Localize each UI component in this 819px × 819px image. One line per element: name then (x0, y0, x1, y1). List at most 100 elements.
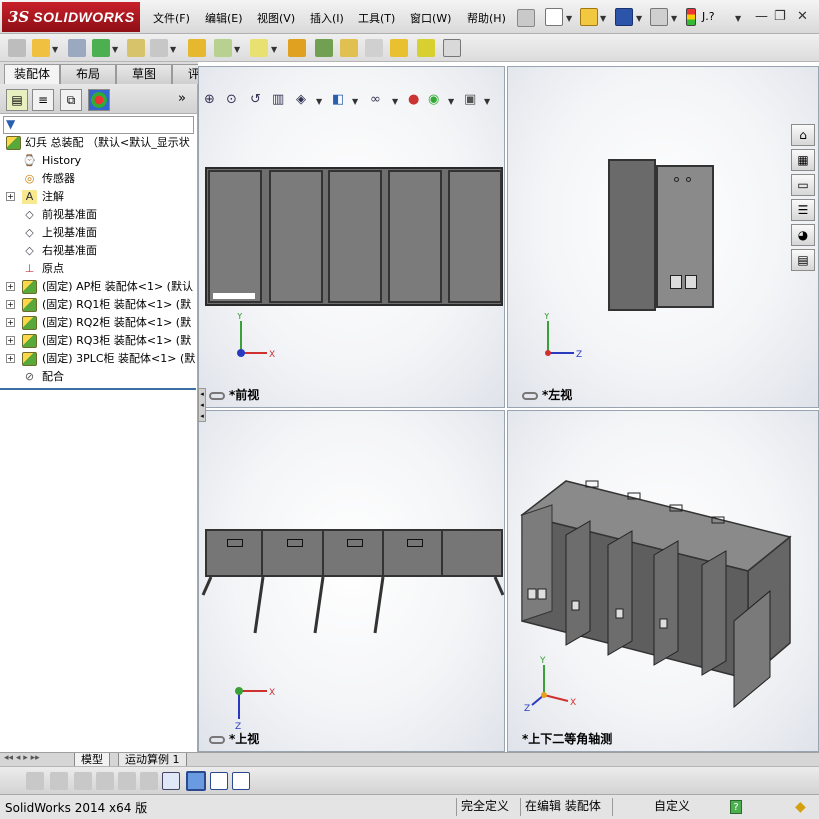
chevron-down-icon[interactable]: ▼ (448, 97, 454, 106)
tab-scroll-arrows-icon[interactable]: ◂◂ ◂ ▸ ▸▸ (4, 753, 40, 763)
solidworks-logo[interactable]: 3S SOLIDWORKS (2, 2, 140, 32)
chevron-down-icon[interactable]: ▼ (392, 97, 398, 106)
axes-icon[interactable] (162, 772, 180, 790)
chevron-down-icon[interactable]: ▼ (484, 97, 490, 106)
chevron-right-icon[interactable]: » (178, 91, 186, 106)
tree-item[interactable]: ◇ 前视基准面 (0, 206, 198, 224)
smart-fasteners-icon[interactable] (127, 39, 145, 57)
two-view-vertical-icon[interactable] (232, 772, 250, 790)
rebuild-traffic-light-icon[interactable] (686, 8, 696, 26)
list-icon[interactable] (96, 772, 114, 790)
zoom-to-fit-icon[interactable]: ⊕ (204, 92, 215, 107)
tree-item[interactable]: ⌚ History (0, 152, 198, 170)
viewport-left[interactable]: Y Z *左视 (507, 66, 819, 408)
new-motion-study-icon[interactable] (288, 39, 306, 57)
expand-icon[interactable]: + (6, 336, 15, 345)
mate-icon[interactable] (68, 39, 86, 57)
solidworks-resources-icon[interactable]: ⌂ (791, 124, 815, 146)
show-hidden-icon[interactable] (188, 39, 206, 57)
tab-motion-study-1[interactable]: 运动算例 1 (118, 753, 187, 767)
chevron-down-icon[interactable]: ▼ (112, 45, 118, 54)
view-orientation-icon[interactable]: ◈ (296, 92, 306, 107)
configuration-manager-tab-icon[interactable]: ⧉ (60, 89, 82, 111)
tab-model[interactable]: 模型 (74, 753, 110, 767)
bill-of-materials-icon[interactable] (315, 39, 333, 57)
tab-layout[interactable]: 布局 (60, 64, 116, 84)
menu-file[interactable]: 文件(F) (153, 10, 190, 26)
tree-item[interactable]: ⊥ 原点 (0, 260, 198, 278)
display-style-icon[interactable]: ◧ (332, 92, 344, 107)
layers-icon[interactable] (74, 772, 92, 790)
property-manager-tab-icon[interactable]: ≡ (32, 89, 54, 111)
tree-filter-input[interactable]: ▼ (3, 116, 194, 134)
tag-icon[interactable]: ◆ (795, 799, 806, 815)
tree-item[interactable]: + A 注解 (0, 188, 198, 206)
status-units[interactable]: 自定义 (650, 798, 694, 816)
tree-item[interactable]: + (固定) RQ2柜 装配体<1> (默 (0, 314, 198, 332)
chevron-down-icon[interactable]: ▼ (352, 97, 358, 106)
link-views-icon[interactable] (209, 735, 225, 744)
zoom-to-area-icon[interactable]: ⊙ (226, 92, 237, 107)
help-icon[interactable]: ? (730, 800, 742, 814)
menu-insert[interactable]: 插入(I) (310, 10, 344, 26)
panel-collapse-handle[interactable]: ◂ ◂ ◂ (198, 388, 206, 422)
tree-item[interactable]: ⊘ 配合 (0, 368, 198, 386)
new-document-icon[interactable] (545, 8, 563, 26)
hide-show-items-icon[interactable]: ∞ (370, 92, 381, 107)
menu-edit[interactable]: 编辑(E) (205, 10, 243, 26)
minimize-icon[interactable]: — (755, 9, 768, 24)
help-shortcut[interactable]: J.? (702, 10, 715, 23)
instant3d-icon[interactable] (390, 39, 408, 57)
menu-help[interactable]: 帮助(H) (467, 10, 506, 26)
move-component-icon[interactable] (150, 39, 168, 57)
file-explorer-icon[interactable]: ▭ (791, 174, 815, 196)
link-views-icon[interactable] (522, 391, 538, 400)
feature-tree-tab-icon[interactable]: ▤ (6, 89, 28, 111)
link-views-icon[interactable] (209, 391, 225, 400)
menu-window[interactable]: 窗口(W) (410, 10, 451, 26)
take-snapshot-icon[interactable] (443, 39, 461, 57)
tree-item[interactable]: ◇ 上视基准面 (0, 224, 198, 242)
update-speedpak-icon[interactable] (417, 39, 435, 57)
viewport-front[interactable]: Y X *前视 (198, 66, 505, 408)
chevron-down-icon[interactable]: ▼ (636, 14, 642, 23)
chevron-down-icon[interactable]: ▼ (600, 14, 606, 23)
tab-sketch[interactable]: 草图 (116, 64, 172, 84)
two-view-horizontal-icon[interactable] (210, 772, 228, 790)
linear-pattern-icon[interactable] (92, 39, 110, 57)
chevron-down-icon[interactable]: ▼ (271, 45, 277, 54)
viewport-top[interactable]: X Z *上视 (198, 410, 505, 752)
expand-icon[interactable]: + (6, 300, 15, 309)
menu-tools[interactable]: 工具(T) (358, 10, 395, 26)
view-settings-icon[interactable]: ▣ (464, 92, 476, 107)
rollback-bar[interactable] (0, 388, 196, 390)
tree-item[interactable]: + (固定) RQ1柜 装配体<1> (默 (0, 296, 198, 314)
section-view-icon[interactable]: ▥ (272, 92, 284, 107)
expand-icon[interactable]: + (6, 282, 15, 291)
edit-appearance-icon[interactable]: ● (408, 92, 419, 107)
swap-icon[interactable] (140, 772, 158, 790)
restore-icon[interactable]: ❐ (774, 9, 786, 24)
chevron-down-icon[interactable]: ▼ (170, 45, 176, 54)
display-manager-tab-icon[interactable] (88, 89, 110, 111)
single-view-icon[interactable] (186, 771, 206, 791)
chevron-down-icon[interactable]: ▼ (671, 14, 677, 23)
pin-icon[interactable] (517, 9, 535, 27)
menu-view[interactable]: 视图(V) (257, 10, 295, 26)
explode-line-sketch-icon[interactable] (365, 39, 383, 57)
exploded-view-icon[interactable] (340, 39, 358, 57)
reference-geometry-icon[interactable] (250, 39, 268, 57)
tree-item[interactable]: + (固定) RQ3柜 装配体<1> (默 (0, 332, 198, 350)
appearances-icon[interactable]: ◕ (791, 224, 815, 246)
close-icon[interactable]: ✕ (797, 9, 808, 24)
apply-scene-icon[interactable]: ◉ (428, 92, 439, 107)
insert-component-icon[interactable] (8, 39, 26, 57)
tree-item[interactable]: + (固定) AP柜 装配体<1> (默认 (0, 278, 198, 296)
table-icon[interactable] (118, 772, 136, 790)
expand-icon[interactable]: + (6, 318, 15, 327)
box-icon[interactable] (50, 772, 68, 790)
expand-icon[interactable]: + (6, 354, 15, 363)
view-palette-icon[interactable]: ☰ (791, 199, 815, 221)
sphere-icon[interactable] (26, 772, 44, 790)
design-library-icon[interactable]: ▦ (791, 149, 815, 171)
